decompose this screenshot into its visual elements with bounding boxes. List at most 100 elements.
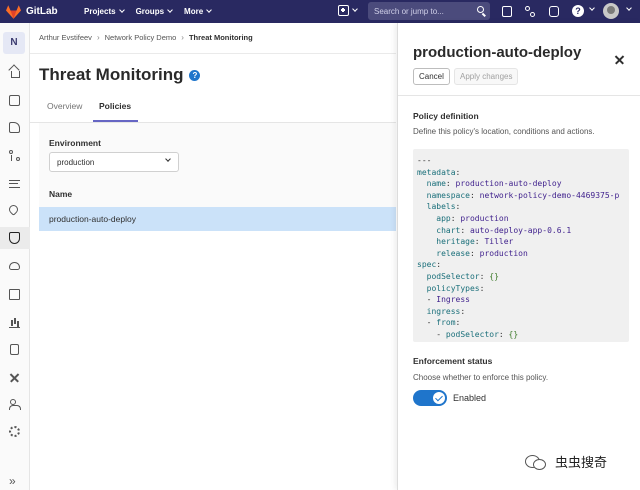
yaml-value: {} [489,271,499,281]
menu-projects[interactable]: Projects [84,7,125,16]
yaml-value: production [460,213,509,223]
left-sidebar: N » [0,23,30,490]
wiki-icon[interactable] [10,344,19,355]
merge-requests-icon[interactable] [9,150,20,161]
chevron-down-icon [165,156,171,162]
merge-requests-icon[interactable] [525,6,535,17]
yaml-key: podSelector [426,271,480,281]
help-icon[interactable]: ? [572,5,584,17]
breadcrumb-separator: › [96,33,100,42]
page-title-text: Threat Monitoring [39,65,184,84]
enforcement-toggle-row: Enabled [413,390,486,406]
repository-icon[interactable] [9,95,20,106]
yaml-value: {} [508,329,519,339]
yaml-key: namespace [426,190,470,200]
members-icon[interactable] [9,399,21,410]
apply-changes-button[interactable]: Apply changes [454,68,519,85]
yaml-value: production-auto-deploy [455,179,562,189]
menu-projects-label: Projects [84,7,116,16]
cancel-button[interactable]: Cancel [413,68,450,85]
shield-icon [9,232,20,244]
brand-name: GitLab [26,6,58,17]
operations-icon[interactable] [7,203,20,216]
breadcrumb-user[interactable]: Arthur Evstifeev [39,33,92,42]
project-avatar[interactable]: N [3,32,25,54]
yaml-key: from [436,318,456,328]
chevron-down-icon [352,6,358,12]
yaml-value: Ingress [436,295,470,305]
enforcement-toggle[interactable] [413,390,447,406]
yaml-key: heritage [436,237,475,247]
search-icon [477,6,484,13]
yaml-line: --- [417,156,432,165]
snippets-icon[interactable] [9,372,20,383]
drawer-title: production-auto-deploy [413,44,582,61]
security-nav-item[interactable] [0,227,30,249]
policy-yaml-editor[interactable]: --- metadata: name: production-auto-depl… [413,149,629,342]
search-input[interactable]: Search or jump to... [368,2,490,20]
yaml-key: name [426,179,446,189]
breadcrumb-current[interactable]: Threat Monitoring [189,33,253,42]
enforcement-status-title: Enforcement status [413,356,493,366]
collapse-sidebar-icon[interactable]: » [9,474,16,488]
active-tab-indicator [93,120,138,122]
todos-icon[interactable] [549,6,559,17]
tab-overview[interactable]: Overview [47,101,82,111]
watermark-text: 虫虫搜奇 [555,455,608,470]
deployments-icon[interactable] [9,262,20,270]
yaml-key: podSelector [445,329,499,339]
issues-icon[interactable] [9,122,20,133]
enforcement-status-desc: Choose whether to enforce this policy. [413,373,549,382]
breadcrumb-project[interactable]: Network Policy Demo [105,33,177,42]
policy-name: production-auto-deploy [49,214,136,224]
tab-policies[interactable]: Policies [99,101,131,111]
close-icon[interactable] [615,55,624,64]
yaml-value: network-policy-demo-4469375-p [479,190,620,200]
search-placeholder: Search or jump to... [374,6,444,16]
yaml-key: app [436,213,451,223]
menu-more[interactable]: More [184,7,212,16]
project-overview-icon[interactable] [9,67,20,78]
yaml-value: Tiller [484,237,514,247]
packages-icon[interactable] [9,289,20,300]
environment-label: Environment [49,138,101,148]
chevron-down-icon [626,5,632,11]
policy-definition-title: Policy definition [413,111,479,121]
yaml-key: labels [426,202,456,212]
cicd-icon[interactable] [9,180,20,188]
yaml-key: chart [436,225,461,235]
yaml-key: ingress [426,306,461,316]
environment-select[interactable]: production [49,152,179,172]
breadcrumb-divider [30,53,396,54]
toggle-label: Enabled [453,393,487,403]
menu-more-label: More [184,7,204,16]
top-navbar: GitLab Projects Groups More Search or ju… [0,0,640,23]
gitlab-logo[interactable]: GitLab [6,4,66,19]
policy-definition-desc: Define this policy's location, condition… [413,127,595,136]
page-title: Threat Monitoring ? [39,65,201,85]
policy-drawer: production-auto-deploy Cancel Apply chan… [397,23,640,490]
new-dropdown[interactable] [338,5,358,16]
tanuki-icon [6,4,21,19]
yaml-key: release [436,248,470,258]
issues-icon[interactable] [502,6,512,17]
table-row[interactable]: production-auto-deploy [39,207,396,231]
chevron-down-icon [206,7,212,13]
main-content: Arthur Evstifeev › Network Policy Demo ›… [30,23,396,490]
chevron-down-icon [118,7,125,13]
settings-gear-icon[interactable] [9,426,20,437]
plus-square-icon [338,5,349,16]
user-avatar[interactable] [603,3,619,19]
yaml-key: metadata [417,167,456,177]
breadcrumb: Arthur Evstifeev › Network Policy Demo ›… [39,33,253,42]
menu-groups-label: Groups [135,7,165,16]
menu-groups[interactable]: Groups [135,7,173,16]
analytics-icon[interactable] [9,317,20,328]
question-icon[interactable]: ? [189,69,201,81]
column-header-name: Name [49,189,73,199]
wechat-icon [525,453,547,471]
watermark: 虫虫搜奇 [525,452,607,471]
breadcrumb-separator: › [181,33,184,42]
drawer-divider [398,95,640,96]
chevron-down-icon [167,7,173,13]
